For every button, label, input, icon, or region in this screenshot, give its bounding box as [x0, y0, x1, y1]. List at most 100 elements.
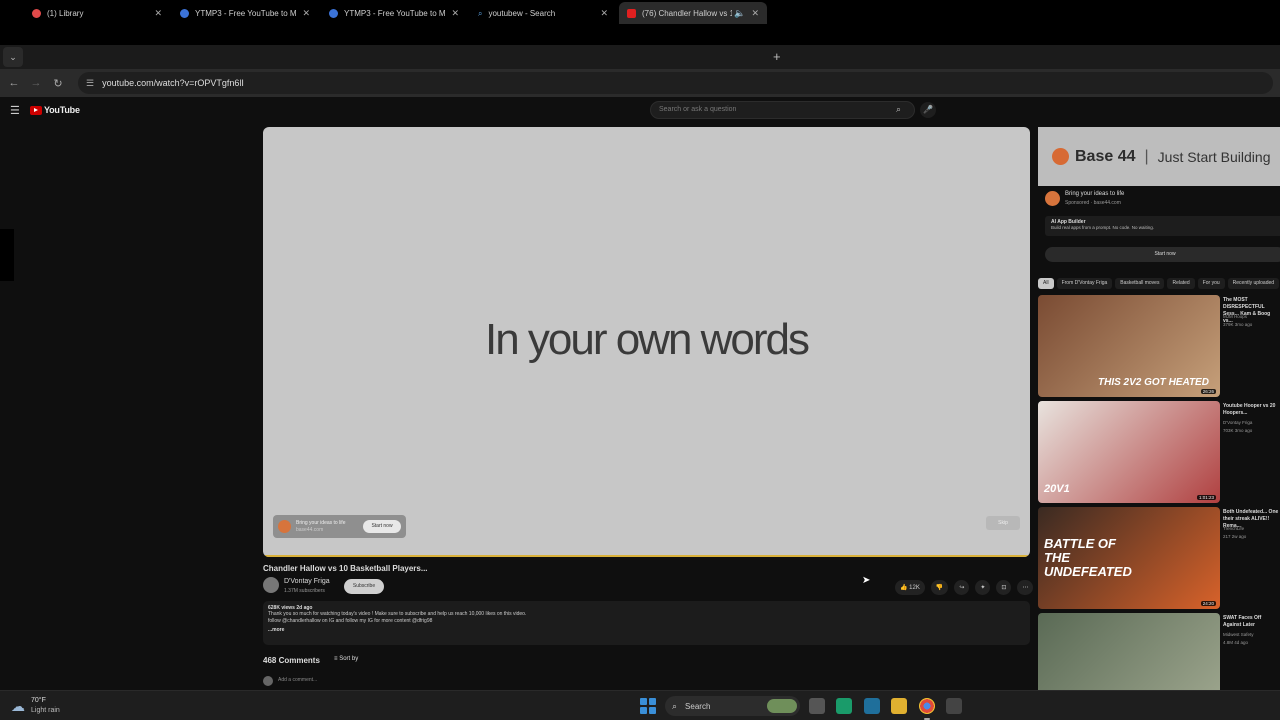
thumbs-up-icon: 👍 — [900, 585, 908, 591]
tab-search-icon[interactable]: ⌄ — [3, 47, 23, 67]
task-view-icon[interactable] — [809, 698, 825, 714]
ad-start-button[interactable]: Start now — [363, 520, 401, 533]
video-thumbnail[interactable]: BATTLE OF THE UNDEFEATED 24:20 — [1038, 507, 1220, 609]
youtube-play-icon — [30, 105, 42, 115]
url-text: youtube.com/watch?v=rOPVTgfn6lI — [102, 78, 244, 88]
close-icon[interactable]: ✕ — [751, 8, 759, 19]
tab-library[interactable]: (1) Library ✕ — [24, 2, 170, 24]
windows-start-icon[interactable] — [640, 698, 656, 714]
left-edge-strip — [0, 229, 14, 281]
channel-name: MJM Hoops — [1223, 314, 1248, 319]
recommended-video[interactable]: SWAT Faces Off Against Later Midwest Saf… — [1038, 613, 1280, 690]
clip-button[interactable]: ✦ — [975, 580, 991, 595]
close-icon[interactable]: ✕ — [154, 8, 162, 19]
duration-badge: 1:01:23 — [1196, 495, 1216, 500]
tab-ytmp3-2[interactable]: YTMP3 - Free YouTube to MP3 ✕ — [321, 2, 467, 24]
views-date: 217 2w ago — [1223, 534, 1247, 539]
video-thumbnail[interactable]: 20V1 1:01:23 — [1038, 401, 1220, 503]
video-thumbnail[interactable]: THIS 2V2 GOT HEATED 26:26 — [1038, 295, 1220, 397]
tab-label: (1) Library — [47, 8, 84, 18]
video-title: SWAT Faces Off Against Later — [1223, 615, 1262, 628]
chip-from-channel[interactable]: From D'Vontay Friga — [1056, 278, 1113, 289]
chrome-icon[interactable] — [919, 698, 935, 714]
speaker-icon[interactable]: 🔈 — [734, 8, 745, 19]
sort-by-button[interactable]: ≡ Sort by — [334, 656, 358, 662]
chip-related[interactable]: Related — [1167, 278, 1195, 289]
ad-progress-bar[interactable] — [263, 555, 1030, 557]
youtube-favicon-icon — [627, 8, 636, 18]
dislike-button[interactable]: 👎 — [930, 580, 949, 595]
file-explorer-icon[interactable] — [891, 698, 907, 714]
user-avatar — [263, 676, 273, 686]
description-box[interactable]: 628K views 2d ago Thank you so much for … — [263, 601, 1030, 645]
weather-temperature[interactable]: 70°F — [31, 697, 46, 704]
base44-logo-icon — [278, 520, 291, 533]
channel-name[interactable]: D'Vontay Friga — [284, 578, 330, 585]
ad-tagline: Just Start Building — [1157, 148, 1271, 165]
back-arrow-icon[interactable]: ← — [3, 77, 25, 89]
video-overlay-text: In your own words — [484, 315, 810, 364]
close-icon[interactable]: ✕ — [600, 8, 608, 19]
forward-arrow-icon[interactable]: → — [25, 77, 47, 89]
new-tab-button[interactable]: + — [773, 49, 781, 64]
close-icon[interactable]: ✕ — [451, 8, 459, 19]
tab-youtubew-search[interactable]: ⌕ youtubew - Search ✕ — [470, 2, 616, 24]
reload-icon[interactable]: ↻ — [47, 77, 69, 90]
chip-for-you[interactable]: For you — [1197, 278, 1225, 289]
url-input[interactable]: ☰ youtube.com/watch?v=rOPVTgfn6lI — [78, 72, 1273, 94]
tab-chandler-hallow[interactable]: (76) Chandler Hallow vs 10 🔈 ✕ — [619, 2, 767, 24]
app-icon[interactable] — [864, 698, 880, 714]
microphone-icon[interactable]: 🎤 — [920, 102, 936, 118]
rain-cloud-icon[interactable]: ☁ — [11, 698, 25, 715]
thumbs-down-icon: 👎 — [935, 585, 944, 591]
recommended-video[interactable]: 20V1 1:01:23 Youtube Hooper vs 20 Hooper… — [1038, 401, 1280, 503]
search-icon[interactable]: ⌕ — [896, 104, 901, 115]
video-title: The MOST DISRESPECTFUL Sess... Kam & Boo… — [1223, 297, 1271, 324]
thumbnail-text: BATTLE OF THE UNDEFEATED — [1044, 536, 1132, 579]
more-link[interactable]: ...more — [268, 627, 1025, 633]
chip-basketball-moves[interactable]: Basketball moves — [1115, 278, 1165, 289]
ad-brand: Base 44 — [1075, 147, 1136, 165]
more-button[interactable]: ⋯ — [1017, 580, 1034, 595]
channel-name: D'Vontay Friga — [1223, 420, 1253, 425]
subscribe-button[interactable]: Subscribe — [344, 579, 384, 594]
bookmark-icon: ⊡ — [1001, 585, 1007, 591]
save-button[interactable]: ⊡ — [996, 580, 1012, 595]
youtube-logo[interactable]: YouTube — [30, 105, 80, 115]
youtube-header: ☰ YouTube Search or ask a question ⌕ 🎤 — [0, 97, 1280, 125]
thumbnail-text: 20V1 — [1044, 483, 1070, 495]
ad-start-now-button[interactable]: Start now — [1045, 247, 1280, 262]
description-line: Thank you so much for watching today's v… — [268, 611, 527, 617]
channel-name: Midwest Safety — [1223, 632, 1254, 637]
base44-logo-icon — [1052, 148, 1069, 165]
taskbar-search[interactable]: ⌕ Search — [665, 696, 800, 716]
tab-ytmp3-1[interactable]: YTMP3 - Free YouTube to MP3 ✕ — [172, 2, 318, 24]
weather-condition[interactable]: Light rain — [31, 707, 60, 714]
search-input[interactable]: Search or ask a question — [650, 101, 915, 119]
channel-avatar[interactable] — [263, 577, 279, 593]
video-thumbnail[interactable] — [1038, 613, 1220, 690]
address-bar: ← → ↻ ☰ youtube.com/watch?v=rOPVTgfn6lI — [0, 69, 1280, 97]
share-button[interactable]: ↪ — [954, 580, 970, 595]
app-icon[interactable] — [836, 698, 852, 714]
views-date: 703K 3mo ago — [1223, 428, 1253, 433]
skip-ad-button[interactable]: Skip — [986, 516, 1020, 530]
add-comment-input[interactable]: Add a comment... — [278, 677, 317, 683]
chip-all[interactable]: All — [1038, 278, 1054, 289]
menu-icon[interactable]: ☰ — [10, 104, 20, 117]
video-actions: 👍 12K 👎 ↪ ✦ ⊡ ⋯ — [895, 580, 1034, 595]
tab-favicon — [32, 8, 41, 18]
description-line: follow @chandlerhallow on IG and follow … — [268, 618, 433, 624]
like-button[interactable]: 👍 12K — [895, 580, 925, 595]
site-info-icon[interactable]: ☰ — [86, 78, 94, 89]
tab-label: YTMP3 - Free YouTube to MP3 — [195, 8, 297, 18]
chip-recently-uploaded[interactable]: Recently uploaded — [1227, 278, 1280, 289]
sidebar-ad-banner[interactable]: Base 44 | Just Start Building — [1038, 127, 1280, 186]
close-icon[interactable]: ✕ — [302, 8, 310, 19]
video-player[interactable]: In your own words Bring your ideas to li… — [263, 127, 1030, 557]
ad-overlay[interactable]: Bring your ideas to life base44.com Star… — [273, 515, 406, 538]
recommended-video[interactable]: BATTLE OF THE UNDEFEATED 24:20 Both Unde… — [1038, 507, 1280, 609]
duration-badge: 26:26 — [1200, 389, 1216, 394]
recommended-video[interactable]: THIS 2V2 GOT HEATED 26:26 The MOST DISRE… — [1038, 295, 1280, 397]
camera-icon[interactable] — [946, 698, 962, 714]
